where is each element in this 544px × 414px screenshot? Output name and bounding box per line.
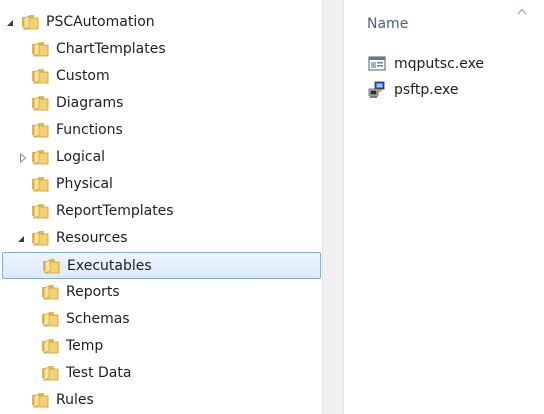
sort-ascending-arrow-icon bbox=[517, 8, 527, 15]
folder-icon bbox=[41, 311, 59, 327]
tree-item-reporttemplates[interactable]: ReportTemplates bbox=[0, 198, 322, 225]
file-name: psftp.exe bbox=[394, 82, 459, 98]
tree-item-label: Executables bbox=[67, 258, 152, 274]
tree-item-resources[interactable]: Resources bbox=[0, 225, 322, 252]
folder-icon bbox=[41, 365, 59, 381]
tree-item-charttemplates[interactable]: ChartTemplates bbox=[0, 36, 322, 63]
tree-item-logical[interactable]: Logical bbox=[0, 144, 322, 171]
tree-item-label: PSCAutomation bbox=[46, 14, 155, 30]
tree-item-reports[interactable]: Reports bbox=[0, 279, 322, 306]
tree-item-schemas[interactable]: Schemas bbox=[0, 306, 322, 333]
folder-icon bbox=[41, 284, 59, 300]
collapsed-arrow-icon[interactable] bbox=[17, 144, 29, 171]
tree-item-label: Diagrams bbox=[56, 95, 124, 111]
console-app-icon bbox=[368, 55, 386, 73]
tree-item-test-data[interactable]: Test Data bbox=[0, 360, 322, 387]
file-list: Name mqputsc.exe psftp.exe bbox=[344, 0, 544, 414]
folder-icon bbox=[42, 258, 60, 274]
folder-icon bbox=[31, 95, 49, 111]
pane-splitter[interactable] bbox=[322, 0, 344, 414]
folder-icon bbox=[31, 68, 49, 84]
file-item-mqputsc[interactable]: mqputsc.exe bbox=[364, 51, 544, 77]
tree-item-pscautomation[interactable]: PSCAutomation bbox=[0, 9, 322, 36]
tree-item-label: Schemas bbox=[66, 311, 130, 327]
tree-item-label: Physical bbox=[56, 176, 113, 192]
tree-item-label: Rules bbox=[56, 392, 94, 408]
tree-item-label: Test Data bbox=[66, 365, 132, 381]
tree-item-label: Custom bbox=[56, 68, 110, 84]
tree-item-label: Resources bbox=[56, 230, 128, 246]
tree-item-label: Reports bbox=[66, 284, 120, 300]
tree-item-executables[interactable]: Executables bbox=[2, 252, 321, 279]
putty-terminal-icon bbox=[368, 81, 386, 99]
tree-item-temp[interactable]: Temp bbox=[0, 333, 322, 360]
folder-icon bbox=[31, 230, 49, 246]
tree-item-diagrams[interactable]: Diagrams bbox=[0, 90, 322, 117]
column-header-name[interactable]: Name bbox=[344, 0, 544, 50]
expanded-arrow-icon[interactable] bbox=[4, 9, 16, 36]
folder-icon bbox=[31, 392, 49, 408]
column-header-label: Name bbox=[367, 16, 409, 32]
folder-icon bbox=[41, 338, 59, 354]
file-name: mqputsc.exe bbox=[394, 56, 485, 72]
tree-item-custom[interactable]: Custom bbox=[0, 63, 322, 90]
tree-item-label: Functions bbox=[56, 122, 123, 138]
folder-icon bbox=[31, 149, 49, 165]
folder-icon bbox=[21, 14, 39, 30]
folder-icon bbox=[31, 122, 49, 138]
tree-item-physical[interactable]: Physical bbox=[0, 171, 322, 198]
explorer-window: PSCAutomation ChartTemplates Custom Diag… bbox=[0, 0, 544, 414]
tree-item-label: Logical bbox=[56, 149, 106, 165]
folder-icon bbox=[31, 176, 49, 192]
tree-item-rules[interactable]: Rules bbox=[0, 387, 322, 414]
folder-icon bbox=[31, 203, 49, 219]
expanded-arrow-icon[interactable] bbox=[15, 225, 27, 252]
tree-item-functions[interactable]: Functions bbox=[0, 117, 322, 144]
tree-item-label: Temp bbox=[66, 338, 104, 354]
navigation-tree[interactable]: PSCAutomation ChartTemplates Custom Diag… bbox=[0, 0, 322, 414]
folder-icon bbox=[31, 41, 49, 57]
tree-item-label: ReportTemplates bbox=[56, 203, 174, 219]
tree-item-label: ChartTemplates bbox=[56, 41, 166, 57]
file-item-psftp[interactable]: psftp.exe bbox=[364, 77, 544, 103]
